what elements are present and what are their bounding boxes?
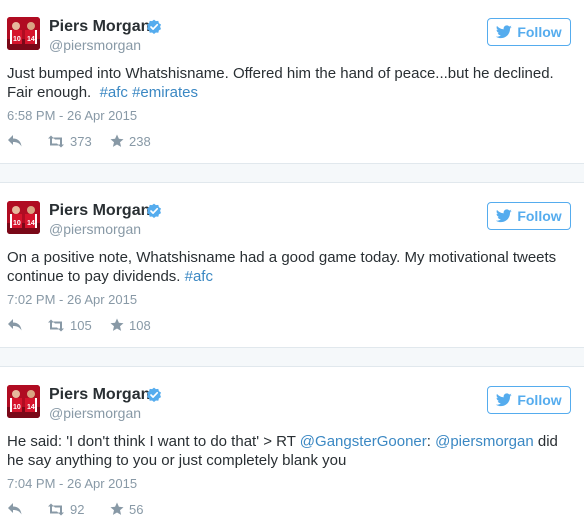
retweet-count: 105 [70,317,92,333]
avatar-image-icon: 10 14 [7,17,40,50]
verified-badge-icon [147,19,161,34]
author-handle[interactable]: @piersmorgan [49,37,141,53]
tweet-text-segment: Just bumped into Whatshisname. Offered h… [7,65,558,101]
reply-button[interactable] [7,133,23,149]
tweet-actions: 105 108 [7,317,307,333]
favorite-button[interactable]: 108 [110,317,151,333]
follow-button[interactable]: Follow [487,18,571,46]
tweet-timestamp[interactable]: 6:58 PM - 26 Apr 2015 [7,108,137,123]
retweet-icon [48,319,64,331]
favorite-count: 56 [129,501,144,517]
retweet-button[interactable]: 92 [47,501,84,517]
star-icon [110,318,124,331]
retweet-count: 373 [70,133,92,149]
mention-link[interactable]: @piersmorgan [435,433,534,450]
hashtag-link[interactable]: #emirates [132,84,198,101]
tweet-text: He said: 'I don't think I want to do tha… [7,432,575,470]
star-icon [110,134,124,147]
tweet-text: On a positive note, Whatshisname had a g… [7,248,575,286]
tweet-feed: 10 14 Piers Morgan @piersmorgan Follow J… [0,0,584,530]
twitter-bird-icon [496,25,513,39]
retweet-icon [48,135,64,147]
follow-button[interactable]: Follow [487,202,571,230]
tweet-text-segment: : [426,433,436,450]
reply-button[interactable] [7,501,23,517]
tweet-timestamp[interactable]: 7:04 PM - 26 Apr 2015 [7,476,137,491]
follow-label: Follow [517,24,562,40]
author-handle[interactable]: @piersmorgan [49,221,141,237]
avatar[interactable]: 10 14 [7,17,40,50]
tweet-text-segment: On a positive note, Whatshisname had a g… [7,249,561,285]
favorite-button[interactable]: 56 [110,501,143,517]
tweet-card: 10 14 Piers Morgan @piersmorgan Follow J… [0,0,584,163]
twitter-bird-icon [496,209,513,223]
author-name[interactable]: Piers Morgan [49,18,150,36]
author-name[interactable]: Piers Morgan [49,386,150,404]
tweet-text: Just bumped into Whatshisname. Offered h… [7,64,575,102]
verified-badge-icon [147,203,161,218]
tweet-actions: 373 238 [7,133,307,149]
mention-link[interactable]: @GangsterGooner [300,433,427,450]
reply-icon [8,503,22,515]
avatar-image-icon: 10 14 [7,201,40,234]
author-handle[interactable]: @piersmorgan [49,405,141,421]
reply-icon [8,319,22,331]
twitter-bird-icon [496,393,513,407]
follow-label: Follow [517,392,562,408]
reply-icon [8,135,22,147]
favorite-button[interactable]: 238 [110,133,151,149]
favorite-count: 108 [129,317,151,333]
tweet-card: 10 14 Piers Morgan @piersmorgan Follow H… [0,368,584,530]
star-icon [110,502,124,515]
jersey-number: 10 [13,36,21,43]
retweet-button[interactable]: 105 [47,317,92,333]
tweet-card: 10 14 Piers Morgan @piersmorgan Follow O… [0,184,584,347]
avatar-image-icon: 10 14 [7,385,40,418]
tweet-timestamp[interactable]: 7:02 PM - 26 Apr 2015 [7,292,137,307]
hashtag-link[interactable]: #afc [185,268,213,285]
jersey-number: 14 [27,220,35,227]
tweet-actions: 92 56 [7,501,307,517]
avatar[interactable]: 10 14 [7,385,40,418]
tweet-divider [0,347,584,367]
jersey-number: 14 [27,36,35,43]
hashtag-link[interactable]: #afc [100,84,128,101]
retweet-button[interactable]: 373 [47,133,92,149]
avatar[interactable]: 10 14 [7,201,40,234]
tweet-divider [0,163,584,183]
jersey-number: 10 [13,404,21,411]
jersey-number: 10 [13,220,21,227]
retweet-count: 92 [70,501,85,517]
jersey-number: 14 [27,404,35,411]
follow-button[interactable]: Follow [487,386,571,414]
verified-badge-icon [147,387,161,402]
reply-button[interactable] [7,317,23,333]
retweet-icon [48,503,64,515]
favorite-count: 238 [129,133,151,149]
follow-label: Follow [517,208,562,224]
tweet-text-segment: He said: 'I don't think I want to do tha… [7,433,300,450]
author-name[interactable]: Piers Morgan [49,202,150,220]
